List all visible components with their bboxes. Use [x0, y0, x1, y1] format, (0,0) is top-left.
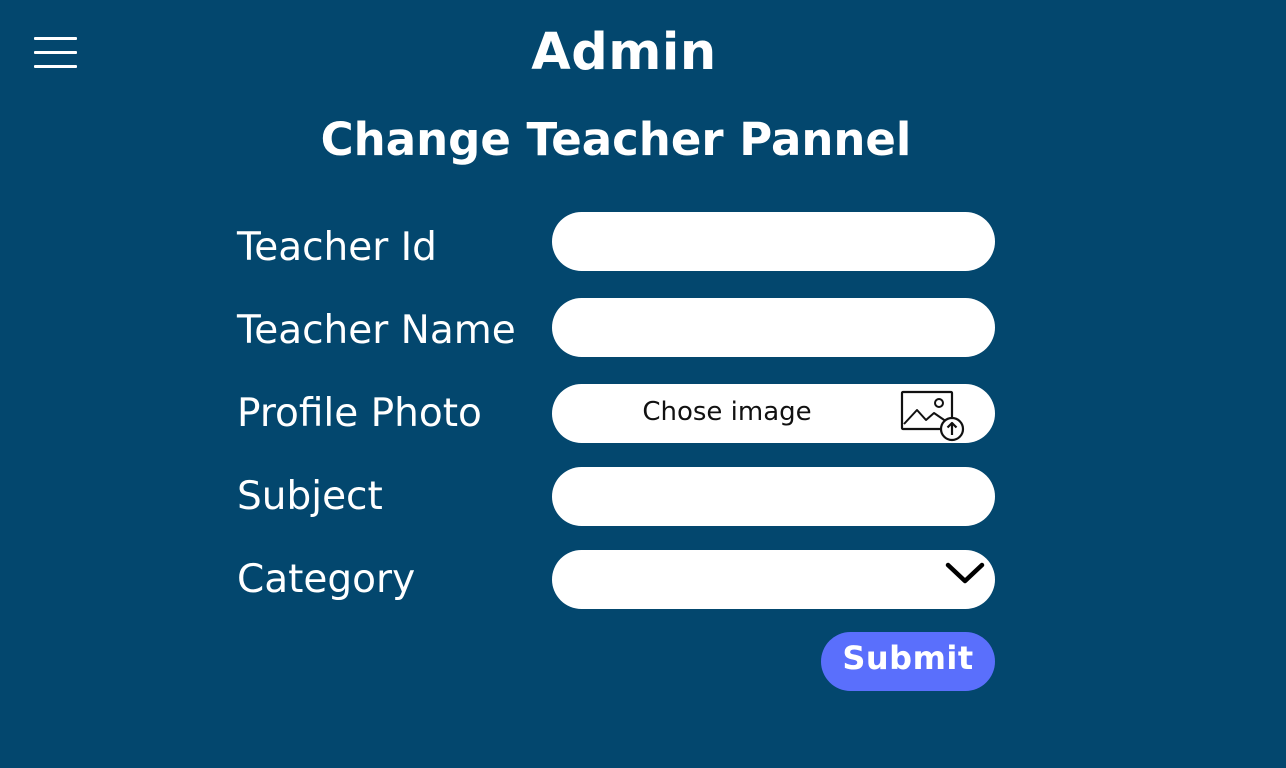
- chevron-down-icon[interactable]: [944, 560, 986, 586]
- profile-photo-file-picker[interactable]: Chose image: [552, 384, 995, 443]
- subject-input[interactable]: [552, 467, 995, 526]
- page-title: Change Teacher Pannel: [320, 113, 912, 166]
- category-label: Category: [237, 557, 416, 602]
- teacher-name-input[interactable]: [552, 298, 995, 357]
- teacher-id-label: Teacher Id: [237, 225, 437, 270]
- teacher-id-input[interactable]: [552, 212, 995, 271]
- subject-field-container: [552, 467, 995, 526]
- image-upload-icon[interactable]: [900, 390, 966, 442]
- category-select[interactable]: [552, 550, 995, 609]
- teacher-id-field-container: [552, 212, 995, 271]
- teacher-name-label: Teacher Name: [237, 308, 516, 353]
- app-title: Admin: [531, 23, 717, 82]
- choose-image-text: Chose image: [642, 397, 812, 427]
- teacher-name-field-container: [552, 298, 995, 357]
- submit-button[interactable]: Submit: [821, 632, 995, 691]
- profile-photo-label: Profile Photo: [237, 391, 482, 436]
- subject-label: Subject: [237, 474, 383, 519]
